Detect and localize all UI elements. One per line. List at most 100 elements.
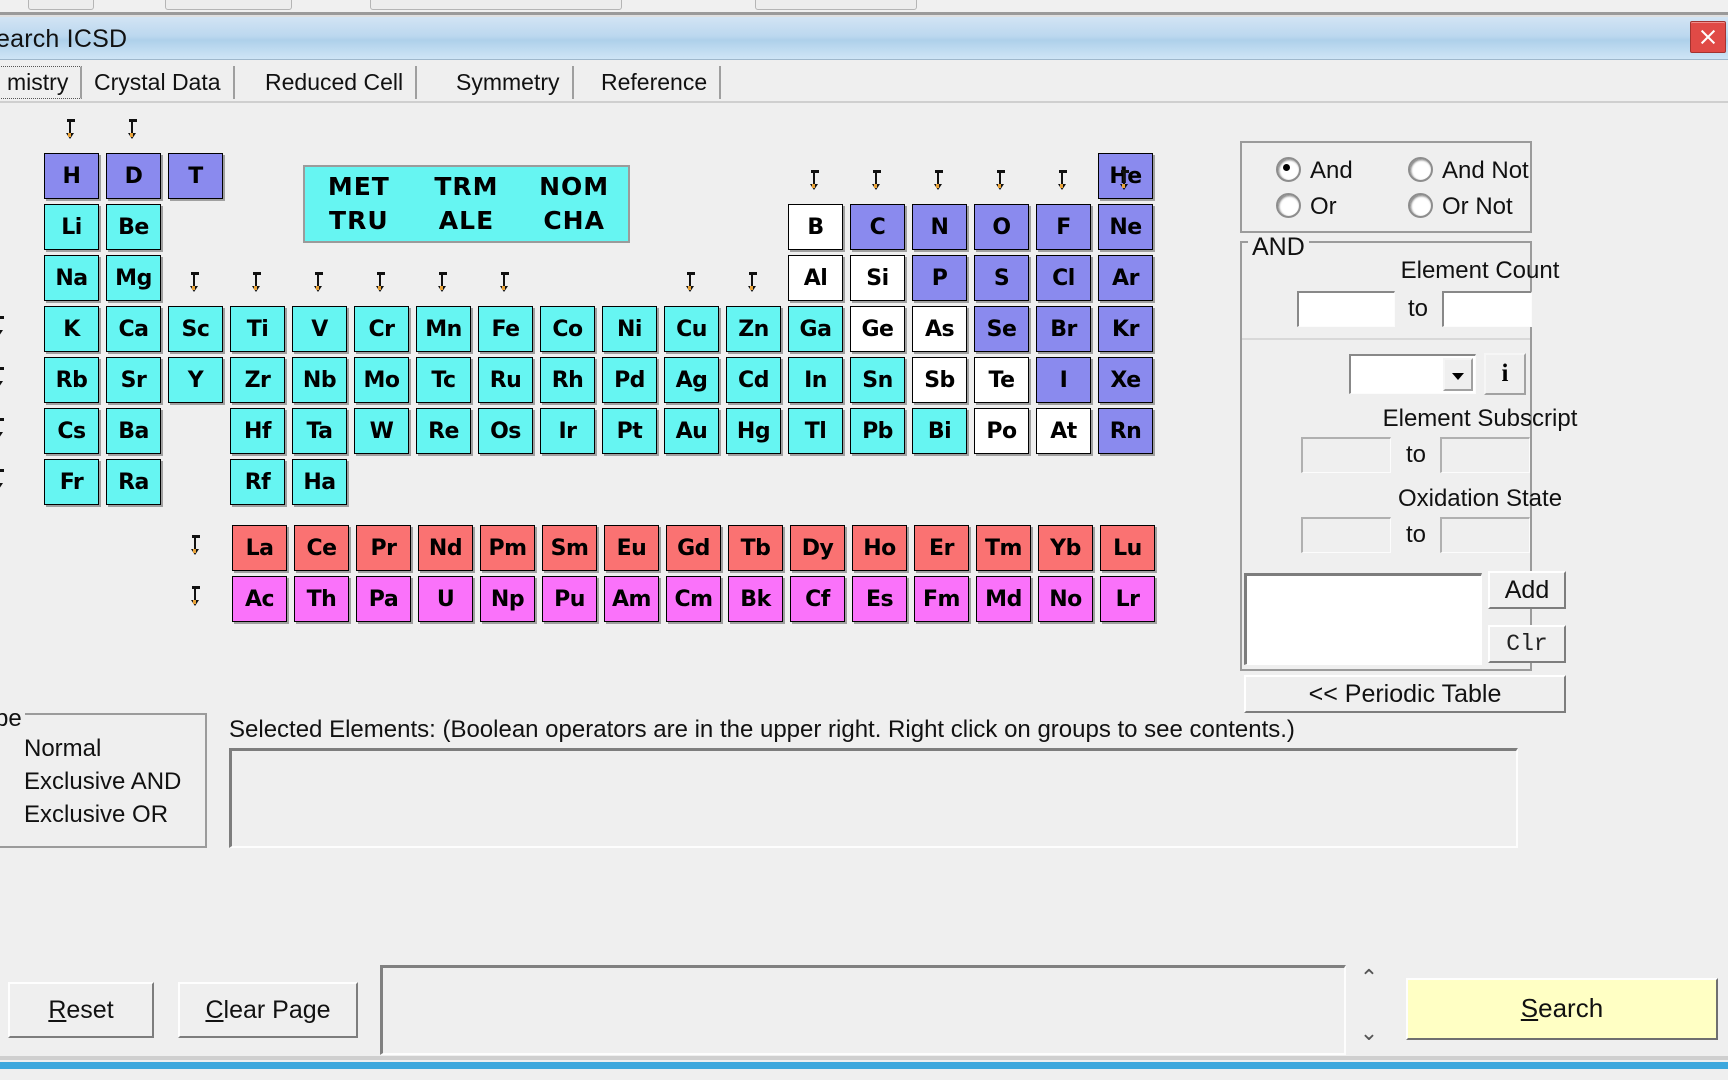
element-cell-n[interactable]: N [912,204,967,250]
group-legend-box[interactable]: MET TRM NOM TRU ALE CHA [303,165,630,243]
element-cell-al[interactable]: Al [788,255,843,301]
element-cell-ra[interactable]: Ra [106,459,161,505]
element-cell-co[interactable]: Co [540,306,595,352]
element-count-from-input[interactable] [1297,291,1395,327]
group-arrow-13[interactable] [807,168,825,192]
scroll-down-icon[interactable]: ⌄ [1352,1020,1386,1046]
element-cell-rn[interactable]: Rn [1098,408,1153,454]
element-cell-os[interactable]: Os [478,408,533,454]
element-cell-ta[interactable]: Ta [292,408,347,454]
actinide-series-arrow[interactable] [188,584,206,608]
element-cell-pr[interactable]: Pr [356,525,411,571]
element-cell-mo[interactable]: Mo [354,357,409,403]
reset-button[interactable]: Reset [8,982,154,1038]
element-cell-o[interactable]: O [974,204,1029,250]
element-cell-ha[interactable]: Ha [292,459,347,505]
search-type-exclusive-and[interactable]: Exclusive AND [24,768,181,796]
group-arrow-8[interactable] [497,270,515,294]
period-arrow-4[interactable] [0,314,10,338]
element-cell-b[interactable]: B [788,204,843,250]
group-arrow-4[interactable] [249,270,267,294]
element-cell-ir[interactable]: Ir [540,408,595,454]
element-cell-fe[interactable]: Fe [478,306,533,352]
element-subscript-to-input[interactable] [1440,437,1530,473]
element-cell-fr[interactable]: Fr [44,459,99,505]
message-box[interactable] [380,965,1346,1055]
group-arrow-12[interactable] [745,270,763,294]
element-cell-au[interactable]: Au [664,408,719,454]
element-cell-no[interactable]: No [1038,576,1093,622]
group-arrow-11[interactable] [683,270,701,294]
oxidation-state-from-input[interactable] [1301,517,1391,553]
element-cell-tc[interactable]: Tc [416,357,471,403]
element-cell-bi[interactable]: Bi [912,408,967,454]
element-cell-hf[interactable]: Hf [230,408,285,454]
group-arrow-1[interactable] [63,117,81,141]
period-arrow-7[interactable] [0,467,10,491]
element-cell-tb[interactable]: Tb [728,525,783,571]
element-cell-tm[interactable]: Tm [976,525,1031,571]
radio-or-not[interactable]: Or Not [1408,193,1513,221]
element-cell-sc[interactable]: Sc [168,306,223,352]
element-cell-np[interactable]: Np [480,576,535,622]
radio-and[interactable]: And [1276,157,1353,185]
toolbar-stub-4[interactable] [755,0,917,10]
element-cell-f[interactable]: F [1036,204,1091,250]
element-cell-ti[interactable]: Ti [230,306,285,352]
group-arrow-17[interactable] [1055,168,1073,192]
oxidation-state-to-input[interactable] [1440,517,1530,553]
period-arrow-6[interactable] [0,416,10,440]
element-cell-re[interactable]: Re [416,408,471,454]
element-cell-rb[interactable]: Rb [44,357,99,403]
element-cell-la[interactable]: La [232,525,287,571]
toolbar-stub-2[interactable] [165,0,292,10]
element-cell-ho[interactable]: Ho [852,525,907,571]
toggle-periodic-table-button[interactable]: << Periodic Table [1244,675,1566,713]
element-cell-ru[interactable]: Ru [478,357,533,403]
element-cell-ac[interactable]: Ac [232,576,287,622]
element-cell-rh[interactable]: Rh [540,357,595,403]
element-cell-nb[interactable]: Nb [292,357,347,403]
element-cell-zn[interactable]: Zn [726,306,781,352]
element-cell-ce[interactable]: Ce [294,525,349,571]
element-cell-cf[interactable]: Cf [790,576,845,622]
search-button[interactable]: Search [1406,978,1718,1040]
element-cell-zr[interactable]: Zr [230,357,285,403]
toolbar-stub-1[interactable] [28,0,94,10]
element-cell-cm[interactable]: Cm [666,576,721,622]
element-cell-cu[interactable]: Cu [664,306,719,352]
element-cell-d[interactable]: D [106,153,161,199]
clr-button[interactable]: Clr [1488,625,1566,663]
element-subscript-from-input[interactable] [1301,437,1391,473]
element-cell-li[interactable]: Li [44,204,99,250]
element-cell-bk[interactable]: Bk [728,576,783,622]
element-cell-br[interactable]: Br [1036,306,1091,352]
element-select[interactable] [1349,354,1476,394]
element-cell-ag[interactable]: Ag [664,357,719,403]
element-count-to-input[interactable] [1442,291,1532,327]
element-cell-as[interactable]: As [912,306,967,352]
element-cell-cd[interactable]: Cd [726,357,781,403]
group-arrow-3[interactable] [187,270,205,294]
element-cell-hg[interactable]: Hg [726,408,781,454]
tab-symmetry[interactable]: Symmetry [444,66,574,99]
element-cell-t[interactable]: T [168,153,223,199]
element-cell-sr[interactable]: Sr [106,357,161,403]
element-cell-cl[interactable]: Cl [1036,255,1091,301]
element-cell-c[interactable]: C [850,204,905,250]
element-cell-ar[interactable]: Ar [1098,255,1153,301]
element-cell-rf[interactable]: Rf [230,459,285,505]
selected-elements-box[interactable] [229,748,1518,848]
element-cell-mn[interactable]: Mn [416,306,471,352]
group-arrow-14[interactable] [869,168,887,192]
element-cell-kr[interactable]: Kr [1098,306,1153,352]
element-cell-cs[interactable]: Cs [44,408,99,454]
element-cell-eu[interactable]: Eu [604,525,659,571]
search-type-exclusive-or[interactable]: Exclusive OR [24,801,168,829]
element-cell-po[interactable]: Po [974,408,1029,454]
element-cell-si[interactable]: Si [850,255,905,301]
radio-and-not[interactable]: And Not [1408,157,1529,185]
element-cell-er[interactable]: Er [914,525,969,571]
element-cell-ca[interactable]: Ca [106,306,161,352]
add-button[interactable]: Add [1488,571,1566,609]
